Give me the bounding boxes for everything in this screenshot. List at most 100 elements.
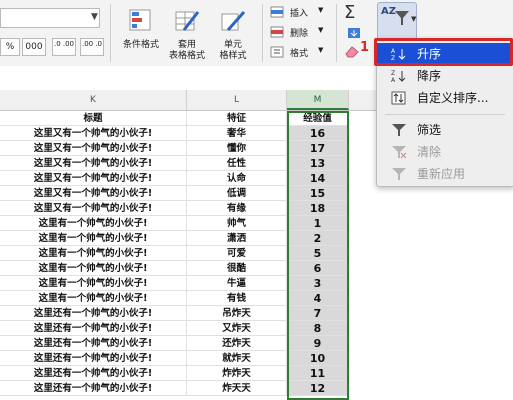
sort-descending-icon: ZA (391, 70, 406, 83)
cell-feature[interactable]: 炸天天 (187, 381, 287, 396)
cell-style-label: 单元 格样式 (219, 40, 247, 61)
delete-cells-button[interactable]: 删除 ▼ (268, 24, 330, 40)
conditional-format-button[interactable]: 条件格式 (118, 4, 164, 64)
svg-text:A: A (391, 77, 396, 83)
table-row: 这里还有一个帅气的小伙子! 吊炸天 7 (0, 306, 513, 321)
cell-title[interactable]: 这里又有一个帅气的小伙子! (0, 156, 187, 171)
menu-item-custom-sort[interactable]: 自定义排序... (377, 87, 513, 109)
cell-title[interactable]: 这里有一个帅气的小伙子! (0, 291, 187, 306)
eraser-icon[interactable] (344, 44, 360, 58)
format-as-table-button[interactable]: 套用 表格格式 (164, 4, 210, 64)
cell-feature[interactable]: 潇洒 (187, 231, 287, 246)
increase-decimal-button[interactable]: .0 .00 (52, 38, 76, 56)
number-format-dropdown[interactable] (0, 8, 100, 28)
delete-cells-icon (270, 26, 284, 38)
reapply-filter-icon (392, 168, 406, 180)
table-format-label: 套用 表格格式 (168, 40, 205, 61)
cell-title[interactable]: 这里又有一个帅气的小伙子! (0, 171, 187, 186)
cell-title[interactable]: 这里有一个帅气的小伙子! (0, 231, 187, 246)
format-label: 格式 (290, 49, 309, 59)
cell-feature[interactable]: 吊炸天 (187, 306, 287, 321)
column-header-k[interactable]: K (0, 90, 187, 110)
chevron-down-icon[interactable]: ▼ (91, 12, 98, 22)
insert-label: 插入 (290, 9, 309, 19)
custom-sort-icon (391, 91, 406, 105)
table-row: 这里又有一个帅气的小伙子! 有缘 18 (0, 201, 513, 216)
cell-feature[interactable]: 认命 (187, 171, 287, 186)
cell-style-button[interactable]: 单元 格样式 (210, 4, 256, 64)
insert-cells-icon (270, 6, 284, 18)
cell-title[interactable]: 这里还有一个帅气的小伙子! (0, 351, 187, 366)
header-cell-feature[interactable]: 特征 (187, 111, 287, 126)
format-cells-button[interactable]: 格式 ▼ (268, 44, 330, 60)
ribbon-divider (110, 4, 111, 62)
filter-funnel-icon (395, 11, 409, 25)
table-row: 这里还有一个帅气的小伙子! 又炸天 8 (0, 321, 513, 336)
chevron-down-icon: ▼ (318, 26, 324, 34)
autosum-button[interactable]: Σ (344, 2, 370, 23)
cell-title[interactable]: 这里还有一个帅气的小伙子! (0, 336, 187, 351)
chevron-down-icon: ▼ (411, 15, 417, 23)
cell-feature[interactable]: 很酷 (187, 261, 287, 276)
table-row: 这里有一个帅气的小伙子! 潇洒 2 (0, 231, 513, 246)
cell-feature[interactable]: 炸炸天 (187, 366, 287, 381)
cell-feature[interactable]: 可爱 (187, 246, 287, 261)
cell-feature[interactable]: 有钱 (187, 291, 287, 306)
cell-feature[interactable]: 帅气 (187, 216, 287, 231)
conditional-format-label: 条件格式 (122, 40, 159, 50)
menu-item-filter[interactable]: 筛选 (377, 119, 513, 141)
table-row: 这里还有一个帅气的小伙子! 炸炸天 11 (0, 366, 513, 381)
cell-title[interactable]: 这里有一个帅气的小伙子! (0, 276, 187, 291)
selection-border (287, 111, 349, 400)
chevron-down-icon: ▼ (318, 46, 324, 54)
conditional-format-icon (129, 9, 151, 31)
decrease-decimal-button[interactable]: .00 .0 (80, 38, 104, 56)
menu-item-clear: 清除 (377, 141, 513, 163)
menu-item-label: 重新应用 (417, 167, 466, 181)
ribbon-divider (262, 4, 263, 62)
menu-item-label: 自定义排序... (417, 91, 489, 105)
table-row: 这里有一个帅气的小伙子! 牛逼 3 (0, 276, 513, 291)
format-cells-icon (270, 46, 284, 58)
cell-title[interactable]: 这里又有一个帅气的小伙子! (0, 186, 187, 201)
table-row: 这里有一个帅气的小伙子! 有钱 4 (0, 291, 513, 306)
step-badge: 1 (360, 40, 370, 55)
cell-title[interactable]: 这里有一个帅气的小伙子! (0, 261, 187, 276)
clear-filter-icon (392, 146, 407, 159)
cell-feature[interactable]: 牛逼 (187, 276, 287, 291)
cell-title[interactable]: 这里还有一个帅气的小伙子! (0, 306, 187, 321)
cell-feature[interactable]: 奢华 (187, 126, 287, 141)
cell-title[interactable]: 这里又有一个帅气的小伙子! (0, 141, 187, 156)
cell-title[interactable]: 这里有一个帅气的小伙子! (0, 246, 187, 261)
cell-title[interactable]: 这里还有一个帅气的小伙子! (0, 321, 187, 336)
cell-feature[interactable]: 又炸天 (187, 321, 287, 336)
cell-feature[interactable]: 有缘 (187, 201, 287, 216)
cell-feature[interactable]: 还炸天 (187, 336, 287, 351)
table-row: 这里还有一个帅气的小伙子! 炸天天 12 (0, 381, 513, 396)
insert-cells-button[interactable]: 插入 ▼ (268, 4, 330, 20)
table-format-icon (175, 11, 200, 31)
cell-title[interactable]: 这里还有一个帅气的小伙子! (0, 366, 187, 381)
cell-feature[interactable]: 就炸天 (187, 351, 287, 366)
chevron-down-icon: ▼ (318, 6, 324, 14)
cell-feature[interactable]: 懂你 (187, 141, 287, 156)
column-header-m[interactable]: M (287, 90, 349, 110)
cell-feature[interactable]: 任性 (187, 156, 287, 171)
comma-style-button[interactable]: 000 (22, 38, 46, 56)
percent-style-button[interactable]: % (0, 38, 20, 56)
cell-feature[interactable]: 低调 (187, 186, 287, 201)
fill-down-icon[interactable] (346, 26, 364, 40)
ribbon-divider (336, 4, 337, 62)
menu-item-sort-descending[interactable]: ZA 降序 (377, 65, 513, 87)
cell-title[interactable]: 这里又有一个帅气的小伙子! (0, 201, 187, 216)
menu-separator (385, 114, 505, 115)
header-cell-title[interactable]: 标题 (0, 111, 187, 126)
svg-text:Z: Z (391, 70, 395, 77)
cell-title[interactable]: 这里还有一个帅气的小伙子! (0, 381, 187, 396)
menu-item-label: 筛选 (417, 123, 442, 137)
cell-title[interactable]: 这里有一个帅气的小伙子! (0, 216, 187, 231)
sort-filter-button[interactable]: AZ ▼ (377, 2, 417, 40)
cell-title[interactable]: 这里又有一个帅气的小伙子! (0, 126, 187, 141)
column-header-l[interactable]: L (187, 90, 287, 110)
table-row: 这里还有一个帅气的小伙子! 就炸天 10 (0, 351, 513, 366)
